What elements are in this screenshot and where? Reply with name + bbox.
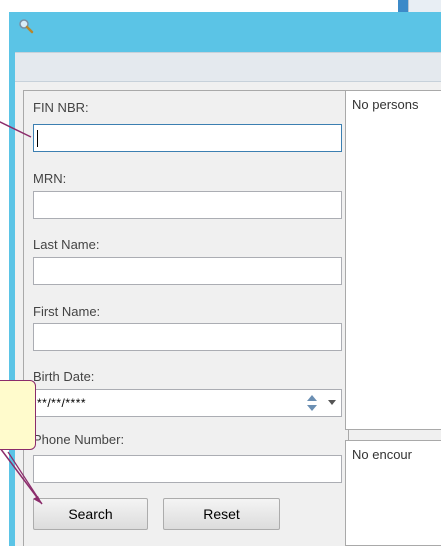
phone-number-label: Phone Number: [33,432,125,447]
top-strip [0,0,441,12]
date-spinner[interactable] [301,390,341,416]
phone-number-input[interactable] [33,455,342,483]
chevron-down-icon[interactable] [328,400,336,405]
reset-button[interactable]: Reset [163,498,280,530]
fin-nbr-label: FIN NBR: [33,100,89,115]
last-name-input[interactable] [33,257,342,285]
search-button[interactable]: Search [33,498,148,530]
annotation-callout [0,380,36,450]
text-caret [37,130,38,147]
encounters-empty-text: No encour [352,447,412,462]
birth-date-value: **/**/**** [37,396,87,410]
birth-date-label: Birth Date: [33,369,95,384]
fin-nbr-input[interactable] [33,124,342,152]
mrn-input[interactable] [33,191,342,219]
background-window [408,0,441,12]
birth-date-picker[interactable]: **/**/**** [33,389,342,417]
arrow-up-icon[interactable] [307,395,317,401]
toolbar [15,52,441,82]
last-name-label: Last Name: [33,237,100,252]
arrow-down-icon[interactable] [307,405,317,411]
first-name-label: First Name: [33,304,101,319]
encounters-list[interactable]: No encour [345,440,441,546]
first-name-input[interactable] [33,323,342,351]
mrn-label: MRN: [33,171,67,186]
persons-list[interactable]: No persons [345,90,441,430]
magnifier-icon [18,18,34,34]
persons-empty-text: No persons [352,97,419,112]
background-tab [398,0,408,12]
